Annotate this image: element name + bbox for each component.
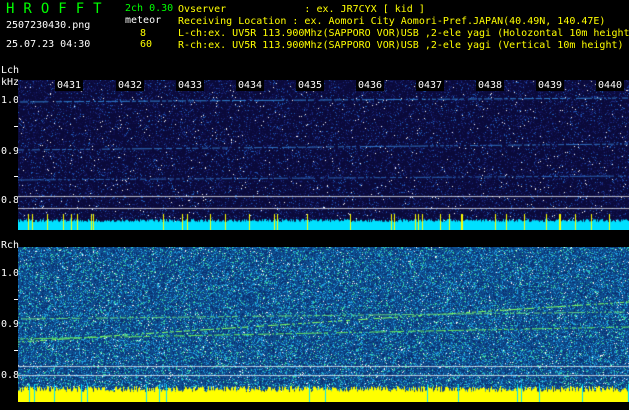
lch-freq-0-8: 0.8 [1, 195, 20, 206]
rch-freq-0-9: 0.9 [1, 319, 20, 330]
time-tick-0432: 0432 [116, 80, 145, 91]
time-tick-0433: 0433 [176, 80, 205, 91]
date-time: 25.07.23 04:30 [6, 39, 91, 50]
rch-label: Rch [1, 240, 20, 251]
lch-config-line: L-ch:ex. UV5R 113.900Mhz(SAPPORO VOR)USB… [178, 28, 629, 39]
time-tick-0439: 0439 [536, 80, 565, 91]
app-logo: HROFFT [6, 1, 111, 17]
lch-minor-tick [14, 126, 18, 127]
lch-label: Lch [1, 65, 20, 76]
rch-minor-tick [14, 299, 18, 300]
file-name: 2507230430.png [6, 20, 91, 31]
time-tick-0434: 0434 [236, 80, 265, 91]
channel-mode: 2ch 0.30 [125, 3, 174, 14]
rch-freq-1-0: 1.0 [1, 268, 20, 279]
rch-minor-tick [14, 350, 18, 351]
time-tick-0438: 0438 [476, 80, 505, 91]
lch-minor-tick [14, 176, 18, 177]
time-tick-0436: 0436 [356, 80, 385, 91]
rch-freq-0-8: 0.8 [1, 370, 20, 381]
rch-config-line: R-ch:ex. UV5R 113.900Mhz(SAPPORO VOR)USB… [178, 40, 624, 51]
time-tick-0437: 0437 [416, 80, 445, 91]
lch-spectrogram[interactable] [18, 80, 629, 230]
observer-line: Ovserver : ex. JR7CYX [ kid ] [178, 4, 425, 15]
location-line: Receiving Location : ex. Aomori City Aom… [178, 16, 606, 27]
time-tick-0440: 0440 [596, 80, 625, 91]
lch-freq-1-0: 1.0 [1, 95, 20, 106]
meteor-count-lch: 8 [140, 28, 147, 39]
rch-waterfall-canvas [18, 247, 629, 402]
lch-unit: kHz [1, 77, 20, 88]
meteor-count-rch: 60 [140, 39, 153, 50]
lch-waterfall-canvas [18, 80, 629, 230]
meteor-label: meteor [125, 15, 162, 26]
rch-spectrogram[interactable] [18, 247, 629, 402]
time-tick-0435: 0435 [296, 80, 325, 91]
lch-freq-0-9: 0.9 [1, 146, 20, 157]
time-tick-0431: 0431 [55, 80, 84, 91]
